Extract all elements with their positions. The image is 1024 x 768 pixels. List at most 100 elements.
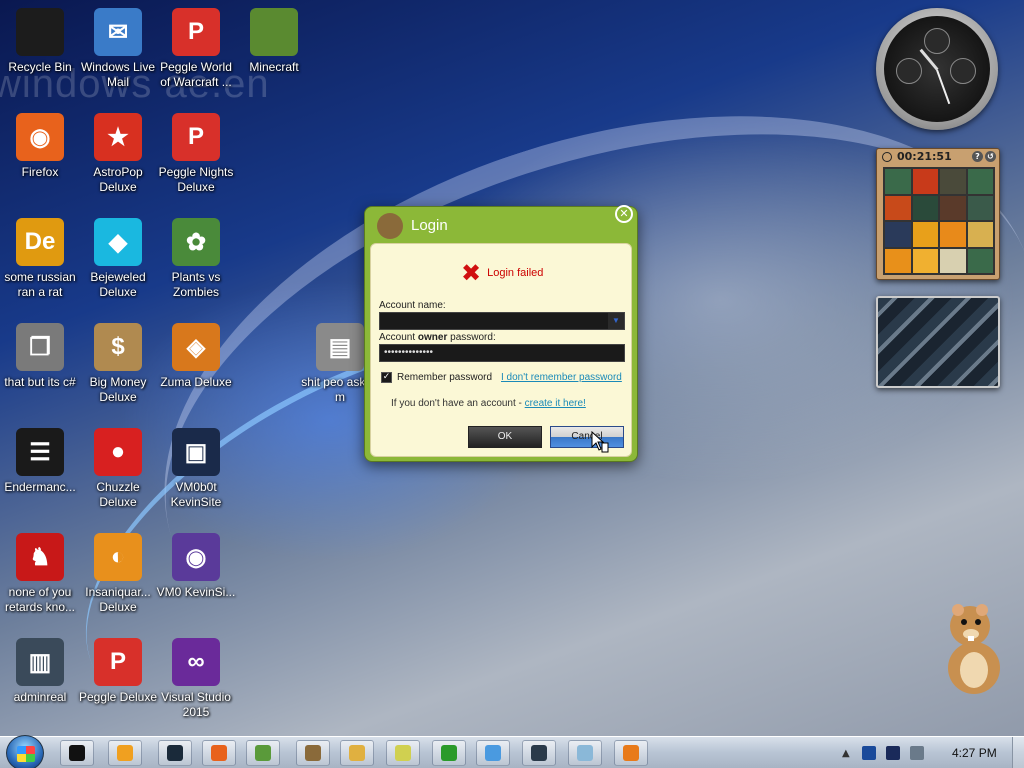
desktop-icon-label: Endermanc...: [4, 480, 76, 494]
dragon-icon: ♞: [16, 533, 64, 581]
desktop-icon[interactable]: Recycle Bin: [0, 8, 80, 75]
taskbar-button[interactable]: [108, 740, 142, 766]
media-player-icon: [117, 745, 133, 761]
desktop-icon[interactable]: $ Big Money Deluxe: [78, 323, 158, 405]
taskbar-button[interactable]: [340, 740, 374, 766]
hamster-mascot[interactable]: [938, 598, 1008, 698]
desktop-icon[interactable]: ★ AstroPop Deluxe: [78, 113, 158, 195]
help-icon[interactable]: ?: [972, 151, 983, 162]
volume-icon[interactable]: [909, 746, 924, 760]
show-desktop-button[interactable]: [1012, 737, 1024, 768]
error-icon: ✖: [461, 259, 482, 287]
chuzzle-icon: ●: [94, 428, 142, 476]
taskbar-button[interactable]: [568, 740, 602, 766]
desktop-icon[interactable]: P Peggle Deluxe: [78, 638, 158, 705]
cancel-button[interactable]: Cancel: [550, 426, 624, 448]
dialog-body: ✖ Login failed Account name: ▼ Account o…: [370, 243, 632, 457]
terminal-icon: ☰: [16, 428, 64, 476]
copy-icon: ❐: [16, 323, 64, 371]
taskbar-button[interactable]: [296, 740, 330, 766]
desktop-icon[interactable]: ✿ Plants vs Zombies: [156, 218, 236, 300]
taskbar-button[interactable]: [60, 740, 94, 766]
remember-password-label[interactable]: Remember password: [397, 372, 492, 383]
taskbar-button[interactable]: [246, 740, 280, 766]
desktop-icon[interactable]: ☰ Endermanc...: [0, 428, 80, 495]
peggle-icon: P: [172, 8, 220, 56]
tray-expand-icon[interactable]: ▲: [842, 748, 850, 759]
desktop-icon-label: VM0 KevinSi...: [156, 585, 236, 599]
exe-icon: ▥: [16, 638, 64, 686]
password-value: ••••••••••••••: [384, 347, 434, 358]
desktop-icon[interactable]: ◈ Zuma Deluxe: [156, 323, 236, 390]
users-icon: [255, 745, 271, 761]
desktop-icon-label: Recycle Bin: [8, 60, 72, 74]
reset-icon[interactable]: ↺: [985, 151, 996, 162]
desktop-icon-label: that but its c#: [4, 375, 76, 389]
close-button[interactable]: ✕: [615, 205, 633, 223]
slideshow-gadget[interactable]: [876, 296, 1000, 388]
account-name-combobox[interactable]: ▼: [379, 312, 625, 330]
forgot-password-link[interactable]: I don't remember password: [501, 372, 622, 383]
taskbar-button[interactable]: [614, 740, 648, 766]
desktop-icon[interactable]: ✉ Windows Live Mail: [78, 8, 158, 90]
desktop-icon[interactable]: ∞ Visual Studio 2015: [156, 638, 236, 720]
peggle-deluxe-icon: P: [94, 638, 142, 686]
security-shield-icon[interactable]: [861, 746, 876, 760]
desktop-icon[interactable]: ◐ Insaniquar... Deluxe: [78, 533, 158, 615]
desktop-icon-label: none of you retards kno...: [4, 585, 76, 614]
desktop-icon-label: adminreal: [13, 690, 67, 704]
desktop-icon-label: Plants vs Zombies: [171, 270, 221, 299]
system-tray: ▲: [842, 743, 934, 763]
desktop-icon[interactable]: De some russian ran a rat: [0, 218, 80, 300]
remember-password-checkbox[interactable]: ✓: [381, 372, 392, 383]
firefox-icon: [211, 745, 227, 761]
start-button[interactable]: [6, 735, 44, 768]
desktop-icon[interactable]: ◉ Firefox: [0, 113, 80, 180]
desktop-icon[interactable]: ▣ VM0b0t KevinSite: [156, 428, 236, 510]
desktop-icon-label: AstroPop Deluxe: [93, 165, 143, 194]
puzzle-titlebar: 00:21:51 ? ↺: [877, 149, 999, 165]
register-text: If you don't have an account - create it…: [391, 398, 586, 409]
document-icon: [577, 745, 593, 761]
taskbar-button[interactable]: [158, 740, 192, 766]
hamster-app-icon: [377, 213, 403, 239]
desktop-icon-label: Chuzzle Deluxe: [96, 480, 140, 509]
login-dialog: Login ✕ ✖ Login failed Account name: ▼ A…: [364, 205, 638, 462]
taskbar-button[interactable]: [202, 740, 236, 766]
desktop-icon[interactable]: P Peggle World of Warcraft ...: [156, 8, 236, 90]
desktop-icon[interactable]: P Peggle Nights Deluxe: [156, 113, 236, 195]
error-message: ✖ Login failed: [461, 259, 543, 287]
firefox-doc-icon: ◉: [172, 533, 220, 581]
display-icon[interactable]: [885, 746, 900, 760]
desktop-icon[interactable]: ♞ none of you retards kno...: [0, 533, 80, 615]
taskbar-clock[interactable]: 4:27 PM: [952, 746, 997, 760]
create-account-link[interactable]: create it here!: [525, 398, 586, 409]
desktop-icon[interactable]: Minecraft: [234, 8, 314, 75]
desktop-icon-label: Firefox: [21, 165, 59, 179]
notepad-icon: [395, 745, 411, 761]
chevron-down-icon[interactable]: ▼: [608, 313, 624, 329]
taskbar-button[interactable]: [432, 740, 466, 766]
timer-icon: [882, 152, 892, 162]
desktop-icon[interactable]: ◆ Bejeweled Deluxe: [78, 218, 158, 300]
monitor-icon: [531, 745, 547, 761]
desktop-icon[interactable]: ▥ adminreal: [0, 638, 80, 705]
taskbar-button[interactable]: [522, 740, 556, 766]
gem-icon: ◆: [94, 218, 142, 266]
account-name-label: Account name:: [379, 300, 446, 311]
picture-puzzle-gadget[interactable]: 00:21:51 ? ↺: [876, 148, 1000, 280]
puzzle-grid[interactable]: [883, 167, 995, 275]
puzzle-timer: 00:21:51: [897, 150, 952, 163]
taskbar-button[interactable]: [476, 740, 510, 766]
desktop-icon[interactable]: ❐ that but its c#: [0, 323, 80, 390]
password-field[interactable]: ••••••••••••••: [379, 344, 625, 362]
ok-button[interactable]: OK: [468, 426, 542, 448]
dialog-title: Login: [411, 217, 448, 234]
password-label: Account owner password:: [379, 332, 496, 343]
desktop-icon[interactable]: ◉ VM0 KevinSi...: [156, 533, 236, 600]
firefox-icon: ◉: [16, 113, 64, 161]
black-app-icon: [69, 745, 85, 761]
clock-gadget[interactable]: [876, 8, 998, 130]
desktop-icon[interactable]: ● Chuzzle Deluxe: [78, 428, 158, 510]
taskbar-button[interactable]: [386, 740, 420, 766]
